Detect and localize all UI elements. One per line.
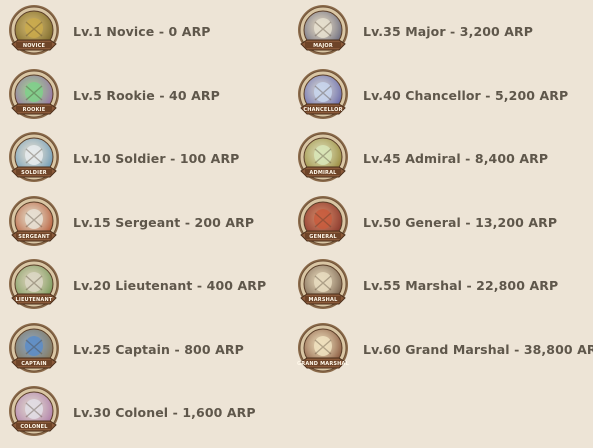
major-crossed-swords-icon: MAJOR	[295, 4, 351, 60]
badge-banner-label: ROOKIE	[23, 107, 46, 113]
chancellor-swirl-icon: CHANCELLOR	[295, 68, 351, 124]
badge-banner-label: NOVICE	[23, 43, 46, 49]
rank-label: Lv.10 Soldier - 100 ARP	[73, 151, 240, 166]
sergeant-crossed-swords-icon: SERGEANT	[6, 195, 62, 251]
rank-label: Lv.20 Lieutenant - 400 ARP	[73, 278, 267, 293]
lieutenant-crossed-swords-icon: LIEUTENANT	[6, 258, 62, 314]
admiral-crossed-swords-icon: ADMIRAL	[295, 131, 351, 187]
rank-label: Lv.45 Admiral - 8,400 ARP	[363, 151, 549, 166]
badge-banner-label: GENERAL	[309, 234, 337, 240]
rank-label: Lv.55 Marshal - 22,800 ARP	[363, 278, 559, 293]
rank-list-left: NOVICE Lv.1 Novice - 0 ARP ROOKIE Lv.5 R…	[0, 0, 290, 445]
rank-label: Lv.25 Captain - 800 ARP	[73, 341, 244, 357]
rank-item: SOLDIER Lv.10 Soldier - 100 ARP	[0, 127, 290, 191]
rank-item: COLONEL Lv.30 Colonel - 1,600 ARP	[0, 381, 290, 445]
rookie-frog-icon: ROOKIE	[6, 68, 62, 124]
badge-banner-label: MARSHAL	[309, 297, 339, 303]
rank-item: CHANCELLOR Lv.40 Chancellor - 5,200 ARP	[290, 64, 593, 128]
rank-item: SERGEANT Lv.15 Sergeant - 200 ARP	[0, 191, 290, 255]
novice-sprout-icon: NOVICE	[6, 4, 62, 60]
rank-label: Lv.15 Sergeant - 200 ARP	[73, 214, 255, 230]
rank-label: Lv.50 General - 13,200 ARP	[363, 214, 558, 230]
rank-item: NOVICE Lv.1 Novice - 0 ARP	[0, 0, 290, 64]
marshal-fleur-icon: MARSHAL	[295, 258, 351, 314]
rank-list-right: MAJOR Lv.35 Major - 3,200 ARP CHANCELLOR…	[290, 0, 593, 381]
badge-banner-label: CAPTAIN	[21, 361, 47, 367]
colonel-sword-icon: COLONEL	[6, 385, 62, 441]
rank-label: Lv.30 Colonel - 1,600 ARP	[73, 405, 256, 420]
rank-label: Lv.35 Major - 3,200 ARP	[363, 24, 534, 39]
badge-banner-label: ADMIRAL	[309, 170, 337, 176]
rank-item: GRAND MARSHAL Lv.60 Grand Marshal - 38,8…	[290, 318, 593, 382]
badge-banner-label: SOLDIER	[21, 170, 47, 176]
rank-label: Lv.40 Chancellor - 5,200 ARP	[363, 87, 569, 103]
badge-banner-label: LIEUTENANT	[16, 297, 53, 303]
rank-item: ROOKIE Lv.5 Rookie - 40 ARP	[0, 64, 290, 128]
rank-label: Lv.60 Grand Marshal - 38,800 ARP	[363, 341, 593, 357]
badge-banner-label: GRAND MARSHAL	[297, 361, 350, 367]
rank-label: Lv.1 Novice - 0 ARP	[73, 24, 211, 39]
rank-item: MARSHAL Lv.55 Marshal - 22,800 ARP	[290, 254, 593, 318]
badge-banner-label: COLONEL	[20, 424, 48, 430]
grand-marshal-fleur-icon: GRAND MARSHAL	[295, 322, 351, 378]
rank-label: Lv.5 Rookie - 40 ARP	[73, 87, 220, 103]
rank-item: LIEUTENANT Lv.20 Lieutenant - 400 ARP	[0, 254, 290, 318]
rank-item: ADMIRAL Lv.45 Admiral - 8,400 ARP	[290, 127, 593, 191]
badge-banner-label: MAJOR	[313, 43, 333, 49]
badge-banner-label: SERGEANT	[18, 234, 50, 240]
rank-item: GENERAL Lv.50 General - 13,200 ARP	[290, 191, 593, 255]
rank-item: CAPTAIN Lv.25 Captain - 800 ARP	[0, 318, 290, 382]
captain-shield-icon: CAPTAIN	[6, 322, 62, 378]
rank-item: MAJOR Lv.35 Major - 3,200 ARP	[290, 0, 593, 64]
badge-banner-label: CHANCELLOR	[303, 107, 342, 113]
soldier-sword-icon: SOLDIER	[6, 131, 62, 187]
general-emblem-icon: GENERAL	[295, 195, 351, 251]
